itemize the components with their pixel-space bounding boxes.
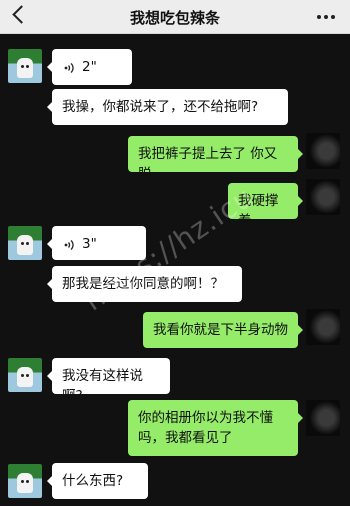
message-text: 我把裤子提上去了 你又脱	[138, 146, 278, 182]
voice-message-bubble[interactable]: 2"	[47, 49, 132, 85]
chat-header: 我想吃包辣条	[0, 0, 350, 34]
my-avatar[interactable]	[306, 400, 340, 436]
message-text: 我操，你都说来了，还不给拖啊?	[62, 99, 259, 115]
contact-avatar[interactable]	[8, 49, 42, 83]
text-message-bubble[interactable]: 我看你就是下半身动物	[143, 312, 303, 348]
message-text: 什么东西?	[62, 473, 124, 489]
voice-wave-icon	[64, 240, 74, 250]
contact-avatar[interactable]	[8, 226, 42, 260]
my-avatar[interactable]	[306, 179, 340, 215]
contact-avatar[interactable]	[8, 464, 42, 498]
message-text: 我看你就是下半身动物	[153, 322, 288, 338]
message-text: 你的相册你以为我不懂吗，我都看见了	[138, 410, 273, 446]
my-avatar[interactable]	[306, 133, 340, 169]
voice-duration: 3"	[82, 236, 97, 252]
message-text: 我没有这样说啊?	[62, 368, 143, 404]
text-message-bubble[interactable]: 什么东西?	[47, 463, 148, 499]
text-message-bubble[interactable]: 我没有这样说啊?	[47, 358, 170, 404]
text-message-bubble[interactable]: 我操，你都说来了，还不给拖啊?	[47, 89, 288, 125]
voice-duration: 2"	[82, 59, 97, 75]
text-message-bubble[interactable]: 你的相册你以为我不懂吗，我都看见了	[128, 400, 303, 456]
voice-wave-icon	[64, 63, 74, 73]
more-options-icon[interactable]	[317, 15, 335, 19]
text-message-bubble[interactable]: 我把裤子提上去了 你又脱	[128, 136, 303, 182]
contact-avatar[interactable]	[8, 358, 42, 392]
my-avatar[interactable]	[306, 309, 340, 345]
chat-title: 我想吃包辣条	[129, 9, 220, 27]
